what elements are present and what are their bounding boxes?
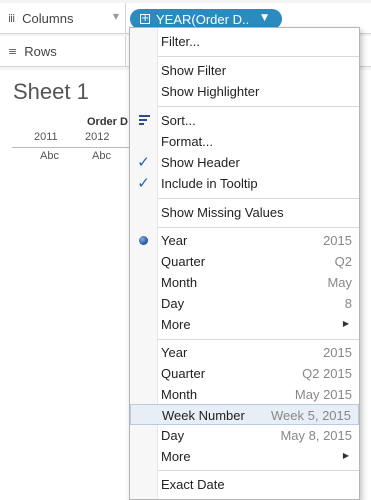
menu-item-date-value-month[interactable]: Month May 2015 xyxy=(130,384,359,405)
menu-item-value: May 8, 2015 xyxy=(280,428,352,443)
table-cell[interactable]: Abc xyxy=(92,150,111,162)
pill-label: YEAR(Order D.. xyxy=(156,11,250,27)
submenu-arrow-icon: ▶ xyxy=(342,319,349,328)
menu-item-value: Week 5, 2015 xyxy=(271,408,351,423)
menu-item-label: Year xyxy=(161,233,188,248)
menu-item-date-value-week-number[interactable]: Week Number Week 5, 2015 xyxy=(130,404,359,425)
menu-item-sort[interactable]: Sort... xyxy=(130,110,359,131)
menu-item-date-part-quarter[interactable]: Quarter Q2 xyxy=(130,251,359,272)
menu-item-value: May xyxy=(327,275,352,290)
menu-item-exact-date[interactable]: Exact Date xyxy=(130,474,359,495)
checkmark-icon: ✓ xyxy=(137,153,150,171)
menu-item-date-value-day[interactable]: Day May 8, 2015 xyxy=(130,425,359,446)
columns-icon: iii xyxy=(8,11,15,25)
menu-item-label: Show Header xyxy=(161,155,240,170)
menu-separator xyxy=(158,198,359,199)
submenu-arrow-icon: ▶ xyxy=(342,451,349,460)
table-cell[interactable]: Abc xyxy=(40,150,59,162)
menu-item-label: More xyxy=(161,449,191,464)
menu-item-label: Quarter xyxy=(161,254,206,269)
menu-item-show-header[interactable]: ✓ Show Header xyxy=(130,152,359,173)
rows-shelf-label: ≡ Rows xyxy=(0,36,126,66)
menu-item-date-part-year[interactable]: Year 2015 xyxy=(130,230,359,251)
menu-item-label: Include in Tooltip xyxy=(161,176,258,191)
menu-item-date-part-more[interactable]: More ▶ xyxy=(130,314,359,335)
checkmark-icon: ✓ xyxy=(137,174,150,192)
menu-separator xyxy=(158,106,359,107)
sheet-title[interactable]: Sheet 1 xyxy=(13,79,89,105)
menu-item-date-part-month[interactable]: Month May xyxy=(130,272,359,293)
menu-item-include-in-tooltip[interactable]: ✓ Include in Tooltip xyxy=(130,173,359,194)
menu-item-label: More xyxy=(161,317,191,332)
menu-item-label: Format... xyxy=(161,134,214,149)
menu-item-label: Day xyxy=(161,428,185,443)
menu-item-filter[interactable]: Filter... xyxy=(130,31,359,52)
columns-shelf-label: iii Columns ▼ xyxy=(0,3,126,33)
year-order-date-pill[interactable]: + YEAR(Order D.. ▼ xyxy=(130,9,282,29)
menu-item-label: Filter... xyxy=(161,34,201,49)
year-header[interactable]: 2011 xyxy=(34,131,58,143)
menu-item-label: Year xyxy=(161,345,188,360)
menu-item-date-value-quarter[interactable]: Quarter Q2 2015 xyxy=(130,363,359,384)
pill-dropdown-icon[interactable]: ▼ xyxy=(261,13,268,23)
menu-item-show-missing-values[interactable]: Show Missing Values xyxy=(130,202,359,223)
menu-item-label: Month xyxy=(161,387,198,402)
menu-item-format[interactable]: Format... xyxy=(130,131,359,152)
menu-item-label: Exact Date xyxy=(161,477,225,492)
menu-item-date-value-more[interactable]: More ▶ xyxy=(130,446,359,467)
menu-item-show-highlighter[interactable]: Show Highlighter xyxy=(130,81,359,102)
menu-separator xyxy=(158,339,359,340)
menu-item-value: 2015 xyxy=(323,345,352,360)
menu-item-label: Day xyxy=(161,296,185,311)
menu-item-date-part-day[interactable]: Day 8 xyxy=(130,293,359,314)
header-divider xyxy=(12,147,132,148)
field-header[interactable]: Order D xyxy=(87,116,128,128)
rows-icon: ≡ xyxy=(8,44,17,58)
year-header[interactable]: 2012 xyxy=(85,131,109,143)
menu-item-label: Week Number xyxy=(162,408,245,423)
menu-item-label: Show Highlighter xyxy=(161,84,260,99)
menu-item-value: Q2 2015 xyxy=(302,366,352,381)
menu-item-label: Show Filter xyxy=(161,63,227,78)
menu-item-value: May 2015 xyxy=(294,387,352,402)
menu-separator xyxy=(158,470,359,471)
sort-icon xyxy=(139,115,150,126)
menu-separator xyxy=(158,56,359,57)
menu-item-label: Month xyxy=(161,275,198,290)
menu-item-label: Quarter xyxy=(161,366,206,381)
menu-item-show-filter[interactable]: Show Filter xyxy=(130,60,359,81)
pill-context-menu: Filter... Show Filter Show Highlighter S… xyxy=(129,27,360,500)
menu-item-value: Q2 xyxy=(334,254,352,269)
plus-icon[interactable]: + xyxy=(140,14,150,24)
radio-selected-icon xyxy=(130,230,157,251)
menu-item-label: Show Missing Values xyxy=(161,205,284,220)
rows-label: Rows xyxy=(24,43,57,59)
menu-item-value: 8 xyxy=(344,296,352,311)
menu-separator xyxy=(158,227,359,228)
menu-item-value: 2015 xyxy=(323,233,352,248)
columns-label: Columns xyxy=(22,10,74,26)
menu-item-label: Sort... xyxy=(161,113,196,128)
chevron-down-icon[interactable]: ▼ xyxy=(113,12,119,21)
menu-item-date-value-year[interactable]: Year 2015 xyxy=(130,342,359,363)
